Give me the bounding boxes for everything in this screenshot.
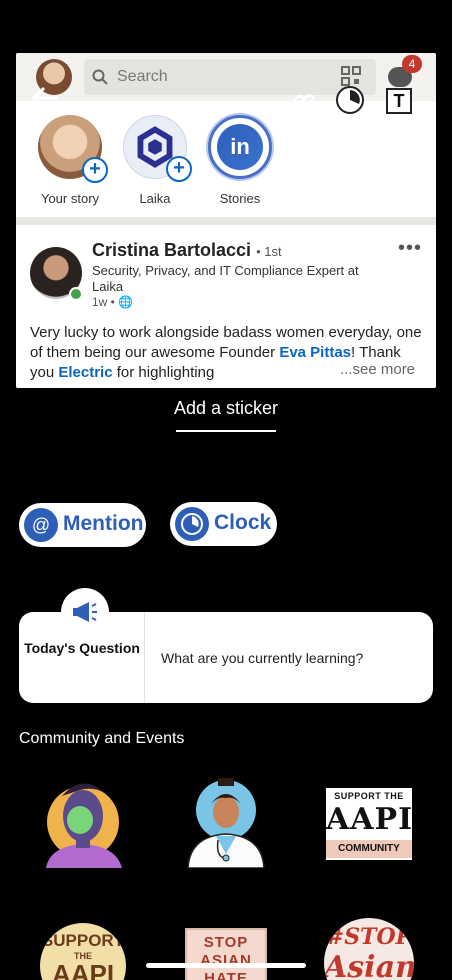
sticker-text: SUPPORT <box>41 931 125 950</box>
search-bar[interactable]: Search <box>84 59 376 95</box>
more-icon[interactable]: ••• <box>398 237 422 260</box>
story-your-story[interactable]: + Your story <box>25 115 115 206</box>
section-divider <box>16 217 436 225</box>
sticker-support-aapi-community[interactable]: SUPPORT THE AAPI COMMUNITY <box>326 788 412 860</box>
sheet-title: Add a sticker <box>173 398 279 418</box>
see-more-link[interactable]: ...see more <box>336 361 416 378</box>
text-icon[interactable]: T <box>386 88 412 114</box>
section-title: Community and Events <box>19 730 185 747</box>
question-heading: Today's Question <box>24 640 140 656</box>
feed-preview: Search 4 + Your story + Laika in Stories… <box>16 53 436 388</box>
qr-code-icon[interactable] <box>341 66 361 86</box>
home-indicator[interactable] <box>146 963 306 968</box>
author-headline: Security, Privacy, and IT Compliance Exp… <box>92 263 359 294</box>
mention-link[interactable]: Electric <box>58 364 112 381</box>
linkedin-logo-icon: in <box>217 124 263 170</box>
sticker-text: AAPI <box>326 802 414 837</box>
sticker-text: #STOP <box>325 924 413 950</box>
question-prompt: What are you currently learning? <box>161 650 364 666</box>
search-placeholder: Search <box>117 68 168 85</box>
sticker-text: STOP <box>203 934 249 951</box>
story-label: Your story <box>40 191 100 206</box>
story-label: Stories <box>219 191 261 206</box>
post-time: 1w • 🌐 <box>92 295 133 309</box>
sticker-stop-asian-hate[interactable]: STOP ASIAN HATE <box>185 928 267 980</box>
online-status-icon <box>69 287 83 301</box>
search-icon <box>92 69 108 85</box>
back-arrow-icon[interactable] <box>30 84 60 112</box>
sticker-text: SUPPORT THE <box>334 791 404 801</box>
at-icon: @ <box>24 508 58 542</box>
sticker-healthcare-worker[interactable] <box>186 774 266 868</box>
story-avatar: + <box>38 115 108 183</box>
story-laika[interactable]: + Laika <box>110 115 200 206</box>
sticker-text: COMMUNITY <box>326 840 412 858</box>
feed-post: Cristina Bartolacci • 1st Security, Priv… <box>16 225 436 388</box>
sticker-hashtag-stop-asian[interactable]: #STOP Asian <box>324 918 414 980</box>
mention-label: Mention <box>63 512 144 535</box>
clock-icon <box>175 507 209 541</box>
feed-top-bar: Search 4 <box>16 53 436 101</box>
story-avatar: + <box>123 115 192 182</box>
add-story-icon: + <box>82 157 108 183</box>
sheet-title-underline <box>176 430 276 432</box>
story-avatar: in <box>208 115 272 179</box>
mention-link[interactable]: Eva Pittas <box>279 344 351 361</box>
sticker-colorful-person[interactable] <box>40 772 126 868</box>
story-label: Laika <box>139 191 171 206</box>
clock-sticker-button[interactable]: Clock <box>170 502 277 546</box>
clock-icon[interactable] <box>336 86 364 114</box>
clock-hand-icon <box>350 90 360 104</box>
post-text-part: for highlighting <box>112 364 215 381</box>
mention-sticker-button[interactable]: @ Mention <box>19 503 146 547</box>
sticker-text: Asian <box>324 950 414 980</box>
message-count-badge: 4 <box>402 55 422 73</box>
sticker-support-the-aapi[interactable]: SUPPORT THE AAPI <box>40 923 126 980</box>
connection-degree: • 1st <box>256 244 282 259</box>
link-icon[interactable] <box>290 88 316 114</box>
sticker-text: AAPI <box>51 959 115 980</box>
post-author[interactable]: Cristina Bartolacci • 1st <box>92 240 282 261</box>
author-name: Cristina Bartolacci <box>92 240 252 260</box>
globe-icon: 🌐 <box>118 295 134 309</box>
stories-row: + Your story + Laika in Stories <box>16 101 436 217</box>
story-stories[interactable]: in Stories <box>195 115 285 206</box>
sticker-text: HATE <box>204 970 248 980</box>
post-time-text: 1w • <box>92 295 115 309</box>
todays-question-sticker[interactable]: Today's Question What are you currently … <box>19 588 433 703</box>
clock-label: Clock <box>214 511 272 534</box>
megaphone-icon <box>61 588 109 636</box>
add-story-icon: + <box>166 156 192 182</box>
